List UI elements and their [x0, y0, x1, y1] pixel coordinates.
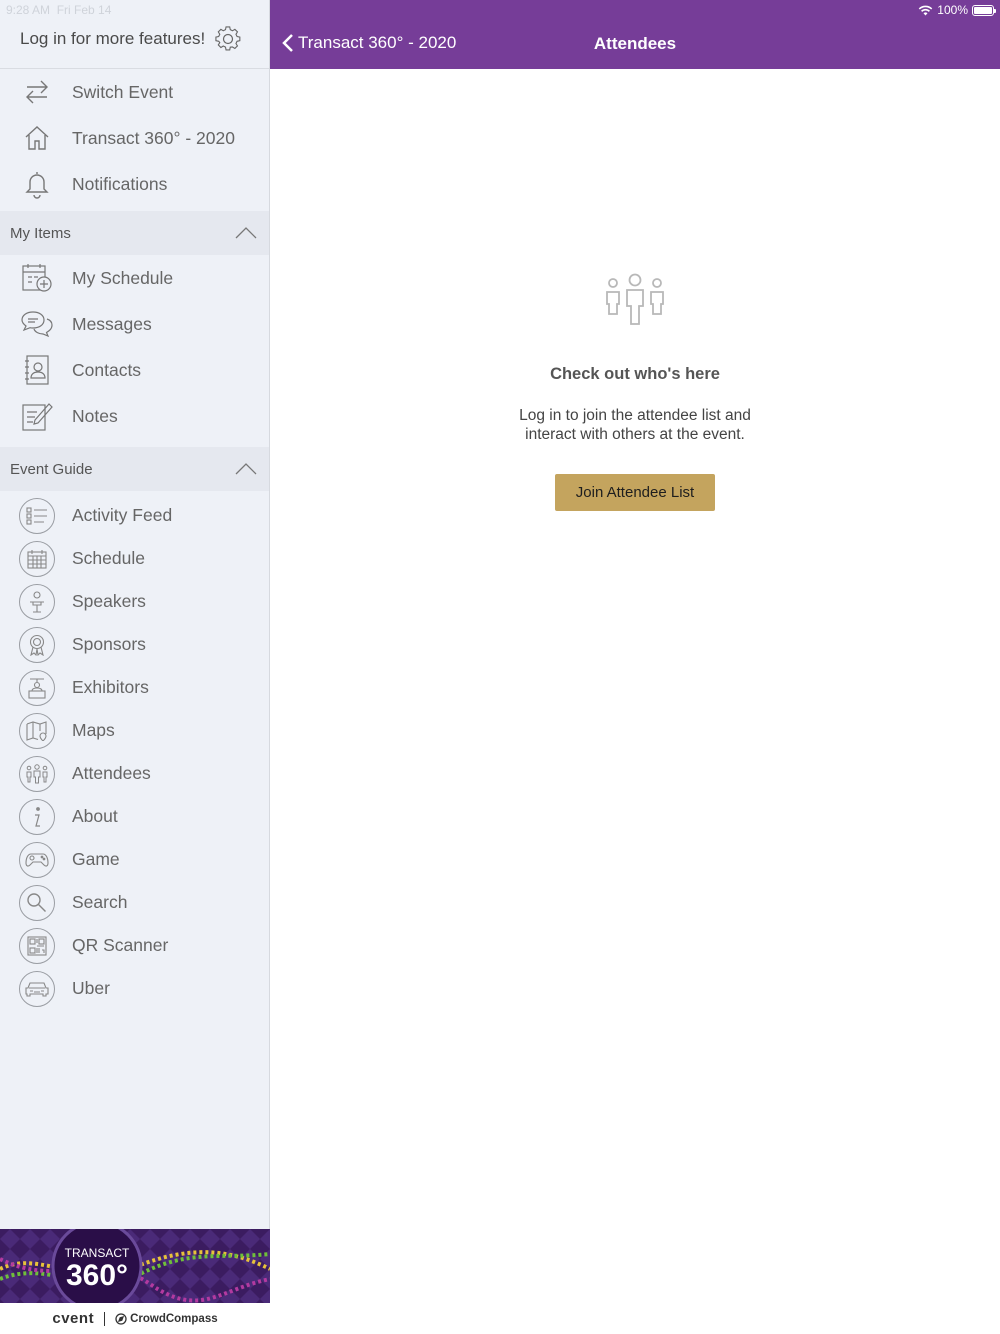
calendar-icon [19, 540, 55, 577]
sidebar-item-label: QR Scanner [72, 935, 169, 955]
gear-icon[interactable] [215, 26, 241, 52]
chat-bubbles-icon [18, 305, 56, 343]
sidebar-item-label: My Schedule [72, 267, 174, 288]
sidebar-item-label: Messages [72, 313, 152, 334]
section-header-my-items[interactable]: My Items [0, 211, 269, 255]
banner-line1: TRANSACT [65, 1246, 130, 1260]
podium-speaker-icon [19, 583, 55, 620]
sidebar-item-label: Activity Feed [72, 505, 173, 525]
sidebar-item-messages[interactable]: Messages [0, 301, 269, 347]
sidebar-item-switch-event[interactable]: Switch Event [0, 69, 269, 115]
sidebar-item-label: Speakers [72, 591, 146, 611]
page-title: Attendees [593, 34, 677, 53]
sidebar-item-speakers[interactable]: Speakers [0, 580, 269, 623]
sidebar-item-label: Switch Event [72, 81, 174, 102]
sidebar-item-label: Maps [72, 720, 115, 740]
sidebar-item-label: Attendees [72, 763, 151, 783]
empty-text-line: Log in to join the attendee list and [519, 407, 751, 424]
sidebar-item-exhibitors[interactable]: Exhibitors [0, 666, 269, 709]
sidebar-item-search[interactable]: Search [0, 881, 269, 924]
people-icon [19, 755, 55, 792]
sidebar-item-label: Transact 360° - 2020 [72, 127, 235, 148]
section-header-event-guide[interactable]: Event Guide [0, 447, 269, 491]
sidebar-item-attendees[interactable]: Attendees [0, 752, 269, 795]
sidebar-item-label: Game [72, 849, 120, 869]
status-time: 9:28 AM Fri Feb 14 [6, 3, 112, 17]
status-indicators: 100% [918, 3, 996, 17]
sidebar-item-activity-feed[interactable]: Activity Feed [0, 494, 269, 537]
sidebar-item-label: Search [72, 892, 128, 912]
ribbon-award-icon [19, 626, 55, 663]
attendees-empty-state: Check out who's here Log in to join the … [270, 270, 1000, 511]
sidebar-item-my-schedule[interactable]: My Schedule [0, 255, 269, 301]
sidebar-item-about[interactable]: About [0, 795, 269, 838]
chevron-up-icon [235, 463, 257, 475]
compass-icon [115, 1312, 127, 1325]
notepad-pencil-icon [18, 397, 56, 435]
navigation-bar: Transact 360° - 2020 Attendees [270, 0, 1000, 69]
section-title: My Items [10, 224, 71, 242]
list-icon [19, 497, 55, 534]
brand-divider [104, 1311, 106, 1326]
sidebar-item-label: About [72, 806, 118, 826]
calendar-add-icon [18, 259, 56, 297]
qr-code-icon [19, 927, 55, 964]
banner-line2: 360° [66, 1259, 128, 1292]
sidebar-item-schedule[interactable]: Schedule [0, 537, 269, 580]
sidebar-item-sponsors[interactable]: Sponsors [0, 623, 269, 666]
sidebar-item-qr-scanner[interactable]: QR Scanner [0, 924, 269, 967]
sidebar-item-label: Uber [72, 978, 110, 998]
booth-icon [19, 669, 55, 706]
sidebar-item-maps[interactable]: Maps [0, 709, 269, 752]
sidebar-item-game[interactable]: Game [0, 838, 269, 881]
sidebar-item-notes[interactable]: Notes [0, 393, 269, 439]
footer-brands: cvent CrowdCompass [0, 1303, 270, 1334]
car-icon [19, 970, 55, 1007]
sidebar-item-label: Exhibitors [72, 677, 149, 697]
sidebar-item-label: Contacts [72, 359, 142, 380]
sidebar-item-label: Notes [72, 405, 118, 426]
sidebar-item-label: Sponsors [72, 634, 146, 654]
magnifier-icon [19, 884, 55, 921]
login-prompt[interactable]: Log in for more features! [20, 29, 205, 49]
sidebar-item-notifications[interactable]: Notifications [0, 161, 269, 207]
crowdcompass-text: CrowdCompass [130, 1312, 218, 1325]
wifi-icon [919, 5, 933, 15]
gamepad-icon [19, 841, 55, 878]
section-title: Event Guide [10, 460, 93, 478]
empty-state-text: Log in to join the attendee list and int… [270, 406, 1000, 444]
cvent-logo: cvent [52, 1310, 95, 1327]
chevron-up-icon [235, 227, 257, 239]
contact-book-icon [18, 351, 56, 389]
sidebar-item-uber[interactable]: Uber [0, 967, 269, 1010]
crowdcompass-logo: CrowdCompass [115, 1313, 218, 1325]
battery-percent: 100% [937, 3, 968, 17]
empty-text-line: interact with others at the event. [525, 426, 745, 443]
event-banner[interactable]: TRANSACT 360° [0, 1229, 270, 1303]
home-icon [18, 119, 56, 157]
info-icon [19, 798, 55, 835]
battery-icon [972, 4, 996, 16]
empty-state-title: Check out who's here [550, 365, 720, 383]
map-pin-icon [19, 712, 55, 749]
attendees-people-icon [606, 273, 664, 325]
sidebar-item-event-home[interactable]: Transact 360° - 2020 [0, 115, 269, 161]
sidebar-item-label: Notifications [72, 173, 168, 194]
sidebar-item-label: Schedule [72, 548, 145, 568]
sidebar-item-contacts[interactable]: Contacts [0, 347, 269, 393]
sidebar: Log in for more features! Switch Event T… [0, 0, 270, 1334]
switch-arrows-icon [18, 73, 56, 111]
bell-icon [18, 165, 56, 203]
join-attendee-list-button[interactable]: Join Attendee List [555, 474, 715, 511]
